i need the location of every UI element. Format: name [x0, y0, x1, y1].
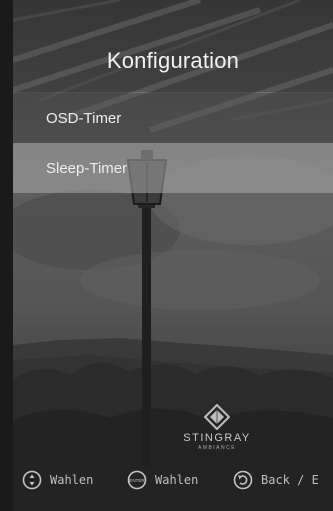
enter-icon-text: ENTER	[129, 478, 145, 483]
brand-name: STINGRAY	[183, 432, 251, 444]
left-bezel	[0, 0, 13, 511]
enter-button-icon: ENTER	[127, 470, 147, 490]
hint-label: Wahlen	[50, 473, 94, 487]
back-arrow-icon	[233, 470, 253, 490]
hint-navigate: Wahlen	[22, 469, 93, 491]
title-bar	[13, 0, 333, 92]
menu-item-label: Sleep-Timer	[46, 159, 128, 177]
brand-subtitle: AMBIANCE	[197, 445, 237, 451]
hint-label: Wahlen	[155, 473, 199, 487]
hint-select: ENTER Wahlen	[127, 469, 198, 491]
hint-back: Back / E	[233, 469, 319, 491]
footer-hints: Wahlen ENTER Wahlen Back / E	[13, 462, 333, 498]
up-down-navigation-icon	[22, 470, 42, 490]
stingray-logo-icon	[204, 404, 230, 430]
menu-item-sleep-timer[interactable]: Sleep-Timer	[13, 143, 333, 193]
brand-logo: STINGRAY AMBIANCE	[180, 404, 254, 451]
menu-item-osd-timer[interactable]: OSD-Timer	[13, 93, 333, 143]
tv-screen: Konfiguration OSD-Timer Sleep-Timer STIN…	[0, 0, 333, 511]
page-title: Konfiguration	[106, 48, 240, 73]
menu-item-label: OSD-Timer	[46, 109, 122, 127]
hint-label: Back / E	[261, 473, 319, 487]
